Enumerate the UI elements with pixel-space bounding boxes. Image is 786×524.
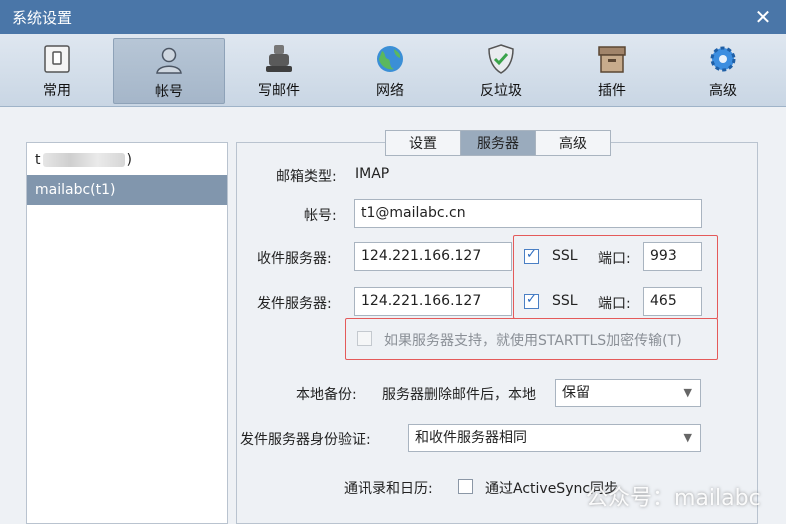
activesync-checkbox[interactable]	[458, 479, 473, 494]
mailbox-type-value: IMAP	[355, 166, 390, 182]
toolbar-tab-antispam[interactable]: 反垃圾	[446, 38, 556, 102]
window-title: 系统设置	[12, 9, 73, 27]
outgoing-server-label: 发件服务器:	[257, 296, 332, 312]
mailbox-type-label: 邮箱类型:	[276, 169, 337, 185]
account-label: 帐号:	[304, 208, 337, 224]
incoming-server-field[interactable]: 124.221.166.127	[354, 242, 512, 271]
antispam-shield-icon	[488, 44, 514, 74]
local-backup-select[interactable]: 保留 ▼	[555, 379, 701, 407]
account-item-label: mailabc(t1)	[35, 182, 116, 198]
local-backup-label: 本地备份:	[296, 387, 357, 403]
outgoing-port-field[interactable]: 465	[643, 287, 702, 316]
settings-toolbar: 常用 帐号 写邮件 网络 反垃圾 插件 高级	[0, 34, 786, 107]
smtp-auth-label: 发件服务器身份验证:	[240, 432, 371, 448]
subtab-server[interactable]: 服务器	[460, 130, 536, 156]
toolbar-tab-network[interactable]: 网络	[335, 38, 445, 102]
title-bar: 系统设置 ✕	[0, 0, 786, 34]
close-icon: ✕	[754, 5, 772, 29]
close-button[interactable]: ✕	[750, 4, 776, 30]
toolbar-label: 网络	[376, 83, 404, 99]
incoming-server-label: 收件服务器:	[257, 251, 332, 267]
incoming-port-field[interactable]: 993	[643, 242, 702, 271]
incoming-ssl-label: SSL	[552, 248, 578, 264]
toolbar-tab-advanced[interactable]: 高级	[668, 38, 778, 102]
toolbar-label: 帐号	[155, 84, 183, 100]
toolbar-label: 反垃圾	[480, 83, 522, 99]
outgoing-ssl-checkbox[interactable]	[524, 292, 539, 309]
account-field[interactable]: t1@mailabc.cn	[354, 199, 702, 228]
toolbar-label: 写邮件	[258, 83, 300, 99]
starttls-checkbox[interactable]	[357, 331, 372, 346]
toolbar-label: 插件	[598, 83, 626, 99]
contacts-calendar-label: 通讯录和日历:	[344, 481, 433, 497]
toolbar-tab-general[interactable]: 常用	[2, 38, 112, 102]
account-icon	[156, 47, 182, 74]
smtp-auth-select[interactable]: 和收件服务器相同 ▼	[408, 424, 701, 452]
toolbar-tab-account[interactable]: 帐号	[113, 38, 225, 104]
subtab-advanced[interactable]: 高级	[535, 130, 611, 156]
account-item-suffix: )	[126, 152, 132, 168]
toolbar-tab-compose[interactable]: 写邮件	[224, 38, 334, 102]
toolbar-label: 常用	[43, 83, 71, 99]
chevron-down-icon: ▼	[683, 431, 692, 444]
starttls-label: 如果服务器支持，就使用STARTTLS加密传输(T)	[384, 333, 682, 349]
account-list[interactable]: t) mailabc(t1)	[26, 142, 228, 524]
local-backup-description: 服务器删除邮件后，本地	[382, 387, 536, 403]
advanced-gear-icon	[710, 46, 736, 72]
toolbar-tab-plugins[interactable]: 插件	[557, 38, 667, 102]
watermark: 公众号：mailabc	[586, 486, 761, 511]
outgoing-ssl-label: SSL	[552, 293, 578, 309]
redacted-text	[42, 153, 125, 167]
account-item-mailabc[interactable]: mailabc(t1)	[27, 175, 227, 205]
network-globe-icon	[377, 46, 403, 72]
chevron-down-icon: ▼	[683, 386, 692, 399]
incoming-ssl-checkbox[interactable]	[524, 247, 539, 264]
smtp-auth-value: 和收件服务器相同	[415, 430, 527, 446]
compose-icon	[266, 45, 292, 72]
subtab-settings[interactable]: 设置	[385, 130, 461, 156]
incoming-port-label: 端口:	[598, 251, 631, 267]
outgoing-server-field[interactable]: 124.221.166.127	[354, 287, 512, 316]
account-item-blurred[interactable]: t)	[27, 145, 227, 175]
outgoing-port-label: 端口:	[598, 296, 631, 312]
plugin-box-icon	[598, 46, 626, 73]
account-item-prefix: t	[35, 152, 41, 168]
local-backup-value: 保留	[562, 385, 590, 401]
toolbar-label: 高级	[709, 83, 737, 99]
general-icon	[44, 45, 70, 73]
